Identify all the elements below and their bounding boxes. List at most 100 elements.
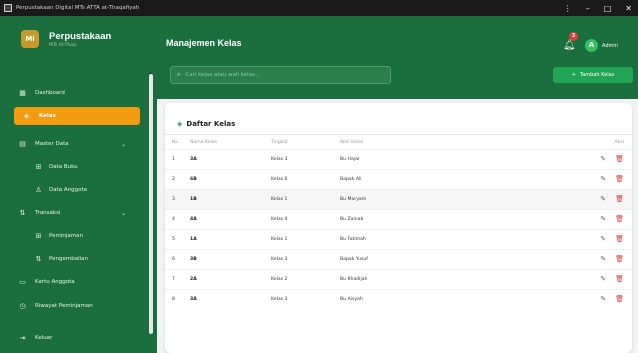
brand-logo: Mi <box>21 30 39 48</box>
row-level: Kelas 3 <box>271 248 340 269</box>
row-name: 1A <box>190 228 271 249</box>
bell-icon[interactable]: 🔔︎ <box>563 40 576 51</box>
trash-icon[interactable]: 🗑︎ <box>615 275 624 283</box>
avatar[interactable]: A <box>585 39 598 52</box>
history-icon: ◷ <box>19 302 26 310</box>
minimize-button[interactable]: – <box>586 4 590 13</box>
sidebar-item-label: Kelas <box>39 113 56 119</box>
sidebar-item-dashboard[interactable]: ▦ Dashboard <box>10 84 140 102</box>
window-menu-icon[interactable]: ⋮ <box>564 4 572 13</box>
add-class-label: Tambah Kelas <box>579 72 615 78</box>
column-header-teacher: Wali Kelas <box>340 139 364 145</box>
page-title: Manajemen Kelas <box>166 38 242 48</box>
trash-icon[interactable]: 🗑︎ <box>615 235 624 243</box>
row-level: Kelas 1 <box>271 188 340 209</box>
row-teacher: Bu Zainab <box>340 208 537 229</box>
sidebar-item-label: Master Data <box>35 141 69 147</box>
toolbar: ⌕ + Tambah Kelas <box>157 59 638 99</box>
table-row: 6 3B Kelas 3 Bapak Yusuf ✎ 🗑︎ <box>165 248 632 269</box>
column-header-level: Tingkat <box>271 139 288 145</box>
table-row: 7 2A Kelas 2 Bu Khadijah ✎ 🗑︎ <box>165 268 632 289</box>
sidebar-item-label: Dashboard <box>35 90 65 96</box>
book-icon: ⊞ <box>35 163 42 171</box>
trash-icon[interactable]: 🗑︎ <box>615 255 624 263</box>
table-row: 3 1B Kelas 1 Bu Maryam ✎ 🗑︎ <box>165 188 632 209</box>
sidebar-item-label: Transaksi <box>35 210 61 216</box>
chevron-down-icon: ⌄ <box>120 140 126 148</box>
brand: Mi Perpustakaan MTs At-Thaq <box>21 30 111 48</box>
row-no: 4 <box>165 208 190 229</box>
edit-icon[interactable]: ✎ <box>600 235 606 243</box>
sidebar-item-data-anggota[interactable]: ♙ Data Anggota <box>10 181 140 199</box>
row-no: 2 <box>165 168 190 189</box>
trash-icon[interactable]: 🗑︎ <box>615 155 624 163</box>
chevron-down-icon: ⌄ <box>120 209 126 217</box>
row-name: 3A <box>190 148 271 169</box>
edit-icon[interactable]: ✎ <box>600 195 606 203</box>
column-header-name: Nama Kelas <box>190 139 218 145</box>
row-name: 3B <box>190 248 271 269</box>
sidebar-item-riwayat-peminjaman[interactable]: ◷ Riwayat Peminjaman <box>10 297 140 315</box>
trash-icon[interactable]: 🗑︎ <box>615 175 624 183</box>
row-no: 1 <box>165 148 190 169</box>
card-title: ◈ Daftar Kelas <box>177 120 235 128</box>
row-teacher: Bapak Yusuf <box>340 248 537 269</box>
sidebar-item-master-data[interactable]: ▤ Master Data ⌄ <box>10 135 140 153</box>
sidebar-item-kartu-anggota[interactable]: ▭ Kartu Anggota <box>10 273 140 291</box>
row-no: 5 <box>165 228 190 249</box>
row-name: 6B <box>190 168 271 189</box>
row-no: 7 <box>165 268 190 289</box>
maximize-button[interactable]: □ <box>604 4 612 13</box>
sidebar-item-pengembalian[interactable]: ⇅ Pengembalian <box>10 250 140 268</box>
close-button[interactable]: ✕ <box>625 4 632 13</box>
borrow-icon: ⊞ <box>35 232 42 240</box>
edit-icon[interactable]: ✎ <box>600 295 606 303</box>
row-no: 3 <box>165 188 190 209</box>
column-header-action: Aksi <box>614 139 624 145</box>
row-level: Kelas 3 <box>271 148 340 169</box>
sidebar-item-label: Peminjaman <box>49 233 83 239</box>
layers-icon: ◈ <box>23 112 30 120</box>
add-class-button[interactable]: + Tambah Kelas <box>553 67 633 83</box>
sidebar-item-keluar[interactable]: ⇥ Keluar <box>10 329 140 347</box>
window-titlebar: Perpustakaan Digital MTs ATTA at-Thaqafi… <box>0 0 638 16</box>
brand-subtitle: MTs At-Thaq <box>49 42 76 48</box>
sidebar-item-peminjaman[interactable]: ⊞ Peminjaman <box>10 227 140 245</box>
user-name[interactable]: Admin <box>602 43 618 49</box>
app-icon <box>4 4 12 12</box>
edit-icon[interactable]: ✎ <box>600 255 606 263</box>
sidebar-item-label: Data Anggota <box>49 187 88 193</box>
row-no: 6 <box>165 248 190 269</box>
row-teacher: Bu Khadijah <box>340 268 537 289</box>
edit-icon[interactable]: ✎ <box>600 155 606 163</box>
trash-icon[interactable]: 🗑︎ <box>615 295 624 303</box>
table-row: 8 3A Kelas 3 Bu Aisyah ✎ 🗑︎ <box>165 288 632 309</box>
row-name: 4A <box>190 208 271 229</box>
edit-icon[interactable]: ✎ <box>600 275 606 283</box>
brand-name: Perpustakaan <box>49 30 112 42</box>
card-title-label: Daftar Kelas <box>186 120 236 128</box>
topbar: Manajemen Kelas 🔔︎ 3 A Admin <box>157 16 638 59</box>
sidebar-item-label: Pengembalian <box>49 256 88 262</box>
search-input[interactable] <box>185 72 376 78</box>
trash-icon[interactable]: 🗑︎ <box>615 195 624 203</box>
class-list-card: ◈ Daftar Kelas No Nama Kelas Tingkat Wal… <box>165 103 632 353</box>
trash-icon[interactable]: 🗑︎ <box>615 215 624 223</box>
sidebar-item-transaksi[interactable]: ⇅ Transaksi ⌄ <box>10 204 140 222</box>
sidebar-item-data-buku[interactable]: ⊞ Data Buku <box>10 158 140 176</box>
table-row: 4 4A Kelas 4 Bu Zainab ✎ 🗑︎ <box>165 208 632 229</box>
class-table: No Nama Kelas Tingkat Wali Kelas Aksi 1 … <box>165 136 632 309</box>
window-title: Perpustakaan Digital MTs ATTA at-Thaqafi… <box>16 5 140 11</box>
swap-icon: ⇅ <box>19 209 26 217</box>
row-teacher: Bu Maryam <box>340 188 537 209</box>
logout-icon: ⇥ <box>19 334 26 342</box>
edit-icon[interactable]: ✎ <box>600 175 606 183</box>
row-teacher: Bapak Ali <box>340 168 537 189</box>
users-icon: ♙ <box>35 186 42 194</box>
sidebar-scrollbar[interactable] <box>149 74 153 334</box>
row-name: 3A <box>190 288 271 309</box>
edit-icon[interactable]: ✎ <box>600 215 606 223</box>
row-level: Kelas 2 <box>271 268 340 289</box>
window-controls: ⋮ – □ ✕ <box>564 0 632 16</box>
sidebar-item-kelas[interactable]: ◈ Kelas <box>14 107 140 125</box>
